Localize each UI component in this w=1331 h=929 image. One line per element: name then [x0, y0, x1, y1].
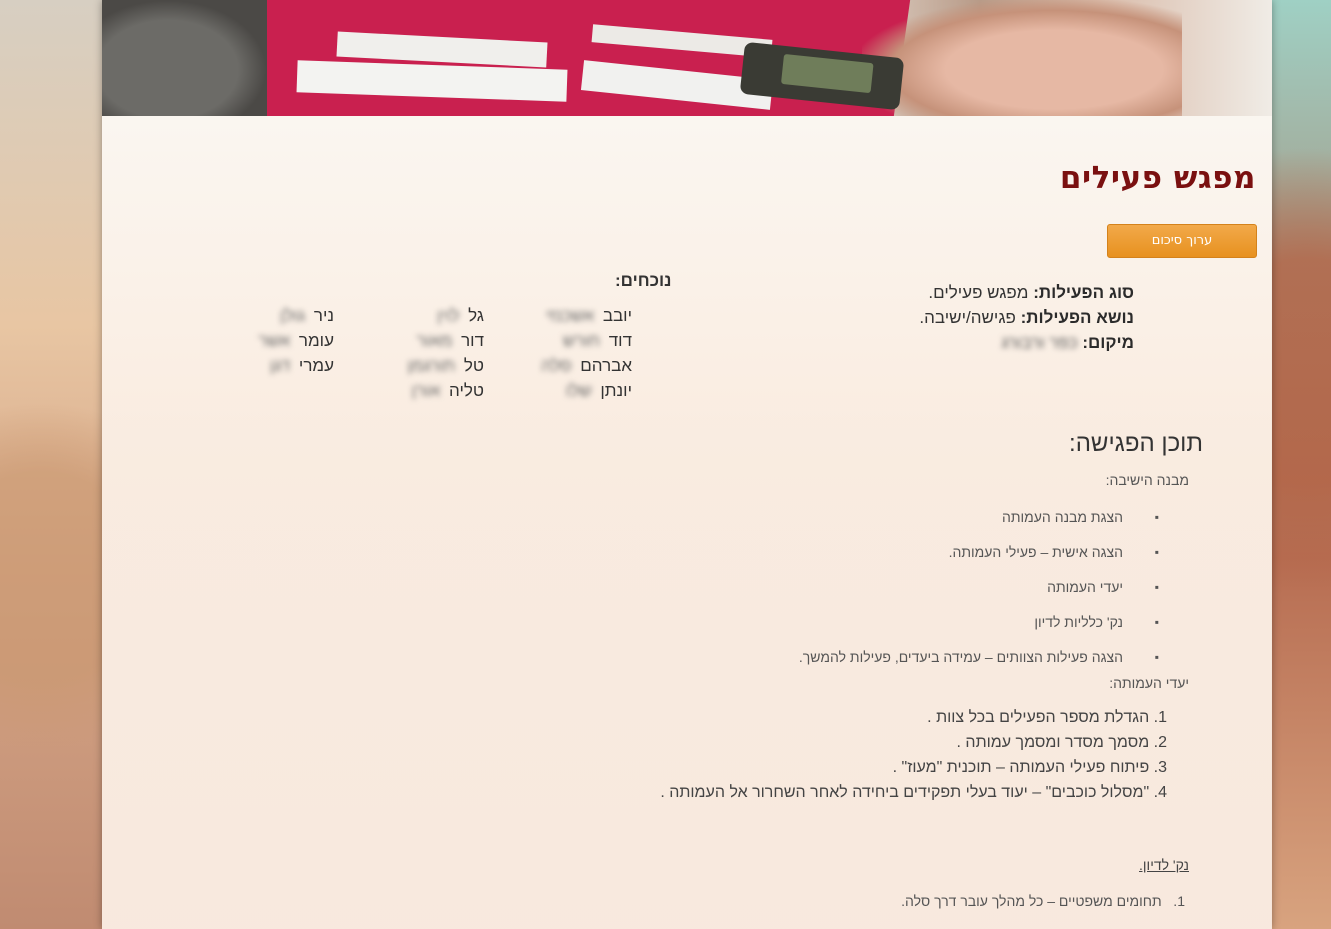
- list-item: הצגת מבנה העמותה: [589, 500, 1159, 535]
- hero-image: [102, 0, 1272, 116]
- goals-list: 1. הגדלת מספר הפעילים בכל צוות . 2. מסמך…: [589, 705, 1167, 805]
- attendees-title: נוכחים:: [615, 271, 672, 290]
- list-item: 3. פיתוח פעילי העמותה – תוכנית "מעוז" .: [892, 759, 1167, 776]
- attendees-column-3: ניר גולן עומר אשר עמרי דגן: [258, 303, 334, 378]
- activity-topic-value: פגישה/ישיבה.: [919, 308, 1016, 327]
- background-left: [0, 0, 102, 929]
- attendee: יונתן שלו: [565, 381, 632, 400]
- attendee: עמרי דגן: [270, 356, 334, 375]
- content-heading: תוכן הפגישה:: [1069, 430, 1203, 457]
- attendee: טליה אורן: [411, 381, 484, 400]
- attendee: דור מאור: [416, 331, 484, 350]
- activity-topic-row: נושא הפעילות: פגישה/ישיבה.: [774, 305, 1134, 330]
- goals-label: יעדי העמותה:: [1109, 675, 1189, 691]
- activity-location-row: מיקום: כפר ורבורג: [774, 330, 1134, 355]
- activity-type-label: סוג הפעילות:: [1033, 283, 1134, 302]
- list-item: נק' כלליות לדיון: [589, 605, 1159, 640]
- attendee: יובב אשכנזי: [545, 306, 632, 325]
- activity-location-label: מיקום:: [1082, 333, 1134, 352]
- attendees-column-2: גל לוין דור מאור טל תורגמן טליה אורן: [407, 303, 484, 403]
- structure-label: מבנה הישיבה:: [1105, 472, 1189, 488]
- attendee: עומר אשר: [258, 331, 334, 350]
- structure-list: הצגת מבנה העמותה הצגה אישית – פעילי העמו…: [589, 500, 1159, 675]
- main-panel: מפגש פעילים ערוך סיכום סוג הפעילות: מפגש…: [102, 0, 1272, 929]
- list-item: הצגה אישית – פעילי העמותה.: [589, 535, 1159, 570]
- page-title: מפגש פעילים: [1059, 160, 1256, 196]
- edit-summary-button[interactable]: ערוך סיכום: [1107, 224, 1257, 258]
- attendees-column-1: יובב אשכנזי דוד חורש אברהם סלה יונתן שלו: [541, 303, 632, 403]
- discussion-label: נק' לדיון.: [1139, 857, 1189, 873]
- discussion-list: 1. תחומים משפטיים – כל מהלך עובר דרך סלה…: [589, 893, 1185, 909]
- activity-topic-label: נושא הפעילות:: [1020, 308, 1134, 327]
- meeting-content: תוכן הפגישה: מבנה הישיבה: הצגת מבנה העמו…: [589, 430, 1203, 909]
- activity-type-value: מפגש פעילים.: [928, 283, 1029, 302]
- attendee: טל תורגמן: [407, 356, 484, 375]
- list-item: 2. מסמך מסדר ומסמך עמותה .: [956, 734, 1167, 751]
- list-item: 1. תחומים משפטיים – כל מהלך עובר דרך סלה…: [901, 893, 1185, 909]
- list-item: 1. הגדלת מספר הפעילים בכל צוות .: [927, 709, 1167, 726]
- list-item: 4. "מסלול כוכבים" – יעוד בעלי תפקידים בי…: [660, 784, 1167, 801]
- activity-location-value: כפר ורבורג: [1001, 333, 1078, 352]
- attendee: דוד חורש: [562, 331, 632, 350]
- attendee: גל לוין: [437, 306, 484, 325]
- list-item: הצגה פעילות הצוותים – עמידה ביעדים, פעיל…: [589, 640, 1159, 675]
- background-right: [1271, 0, 1331, 929]
- attendee: ניר גולן: [280, 306, 334, 325]
- list-item: יעדי העמותה: [589, 570, 1159, 605]
- attendee: אברהם סלה: [540, 356, 632, 375]
- activity-meta: סוג הפעילות: מפגש פעילים. נושא הפעילות: …: [774, 280, 1134, 355]
- activity-type-row: סוג הפעילות: מפגש פעילים.: [774, 280, 1134, 305]
